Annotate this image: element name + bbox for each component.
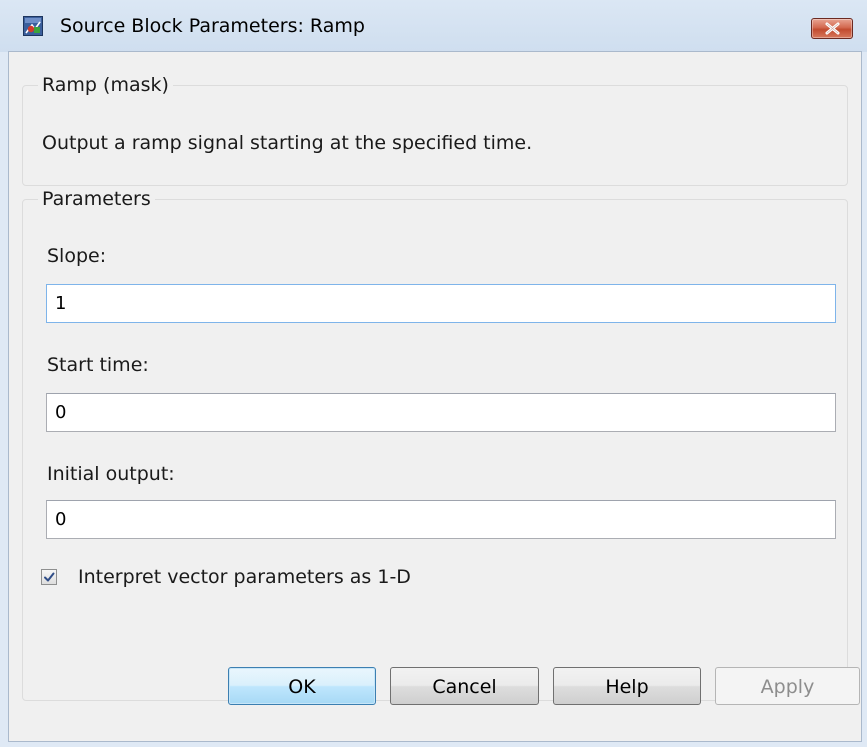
dialog-window: Source Block Parameters: Ramp Ramp (mask… (0, 0, 867, 747)
close-x-icon (825, 22, 840, 35)
help-button[interactable]: Help (553, 667, 701, 705)
initial-output-label: Initial output: (47, 463, 175, 485)
start-time-field[interactable] (46, 393, 836, 432)
dialog-body: Ramp (mask) Output a ramp signal startin… (9, 52, 861, 741)
parameters-group (22, 199, 848, 701)
initial-output-field[interactable] (46, 500, 836, 539)
title-bar[interactable]: Source Block Parameters: Ramp (0, 0, 867, 52)
close-button[interactable] (811, 18, 853, 39)
parameters-group-legend: Parameters (38, 187, 155, 211)
mask-group-legend: Ramp (mask) (38, 73, 173, 97)
interpret-1d-checkbox[interactable] (41, 569, 57, 585)
mask-description-text: Output a ramp signal starting at the spe… (42, 132, 533, 154)
window-title: Source Block Parameters: Ramp (60, 15, 365, 37)
slope-label: Slope: (47, 245, 107, 267)
simulink-block-icon (23, 16, 43, 36)
start-time-label: Start time: (47, 354, 149, 376)
checkmark-icon (44, 572, 55, 582)
slope-field[interactable] (46, 284, 836, 323)
cancel-button[interactable]: Cancel (390, 667, 539, 705)
ok-button[interactable]: OK (228, 667, 376, 705)
interpret-1d-label: Interpret vector parameters as 1-D (78, 566, 411, 588)
apply-button[interactable]: Apply (715, 667, 860, 705)
